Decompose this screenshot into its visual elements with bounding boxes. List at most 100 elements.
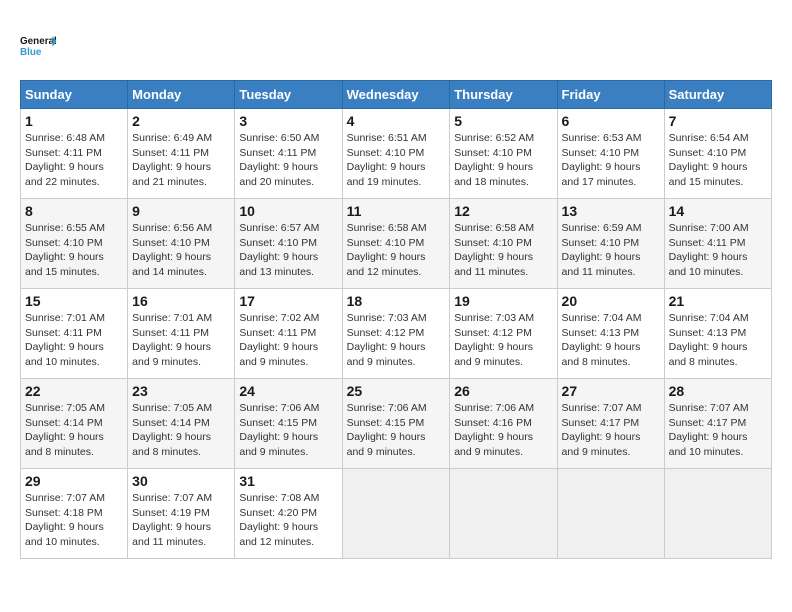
weekday-header-friday: Friday xyxy=(557,81,664,109)
calendar-cell xyxy=(557,469,664,559)
calendar-week-row: 22 Sunrise: 7:05 AMSunset: 4:14 PMDayligh… xyxy=(21,379,772,469)
calendar-cell: 25 Sunrise: 7:06 AMSunset: 4:15 PMDayligh… xyxy=(342,379,450,469)
calendar-cell: 29Sunrise: 7:07 AMSunset: 4:18 PMDayligh… xyxy=(21,469,128,559)
calendar-week-row: 15 Sunrise: 7:01 AMSunset: 4:11 PMDayligh… xyxy=(21,289,772,379)
calendar-header-row: SundayMondayTuesdayWednesdayThursdayFrid… xyxy=(21,81,772,109)
calendar-cell: 5 Sunrise: 6:52 AMSunset: 4:10 PMDaylight… xyxy=(450,109,557,199)
day-info: Sunrise: 7:05 AMSunset: 4:14 PMDaylight:… xyxy=(25,401,123,460)
day-number: 15 xyxy=(25,293,123,309)
calendar-cell: 10Sunrise: 6:57 AMSunset: 4:10 PMDayligh… xyxy=(235,199,342,289)
calendar-cell: 6 Sunrise: 6:53 AMSunset: 4:10 PMDaylight… xyxy=(557,109,664,199)
weekday-header-thursday: Thursday xyxy=(450,81,557,109)
calendar-cell: 18Sunrise: 7:03 AMSunset: 4:12 PMDayligh… xyxy=(342,289,450,379)
day-number: 24 xyxy=(239,383,337,399)
day-number: 4 xyxy=(347,113,446,129)
day-number: 29 xyxy=(25,473,123,489)
calendar-week-row: 8 Sunrise: 6:55 AMSunset: 4:10 PMDaylight… xyxy=(21,199,772,289)
day-info: Sunrise: 7:06 AMSunset: 4:15 PMDaylight:… xyxy=(347,401,446,460)
calendar-cell xyxy=(450,469,557,559)
day-info: Sunrise: 6:49 AMSunset: 4:11 PMDaylight:… xyxy=(132,131,230,190)
calendar-cell: 28Sunrise: 7:07 AMSunset: 4:17 PMDayligh… xyxy=(664,379,771,469)
calendar-cell: 21 Sunrise: 7:04 AMSunset: 4:13 PMDayligh… xyxy=(664,289,771,379)
calendar-table: SundayMondayTuesdayWednesdayThursdayFrid… xyxy=(20,80,772,559)
day-number: 13 xyxy=(562,203,660,219)
logo-svg: General Blue xyxy=(20,27,56,63)
day-info: Sunrise: 6:52 AMSunset: 4:10 PMDaylight:… xyxy=(454,131,552,190)
day-number: 5 xyxy=(454,113,552,129)
weekday-header-monday: Monday xyxy=(128,81,235,109)
calendar-cell: 23 Sunrise: 7:05 AMSunset: 4:14 PMDayligh… xyxy=(128,379,235,469)
day-number: 28 xyxy=(669,383,767,399)
page-header: General Blue xyxy=(20,20,772,70)
calendar-week-row: 1Sunrise: 6:48 AMSunset: 4:11 PMDaylight… xyxy=(21,109,772,199)
day-info: Sunrise: 7:05 AMSunset: 4:14 PMDaylight:… xyxy=(132,401,230,460)
calendar-cell: 31Sunrise: 7:08 AMSunset: 4:20 PMDayligh… xyxy=(235,469,342,559)
day-info: Sunrise: 7:00 AMSunset: 4:11 PMDaylight:… xyxy=(669,221,767,280)
day-number: 20 xyxy=(562,293,660,309)
day-info: Sunrise: 7:03 AMSunset: 4:12 PMDaylight:… xyxy=(347,311,446,370)
calendar-cell: 16Sunrise: 7:01 AMSunset: 4:11 PMDayligh… xyxy=(128,289,235,379)
day-info: Sunrise: 7:01 AMSunset: 4:11 PMDaylight:… xyxy=(132,311,230,370)
weekday-header-saturday: Saturday xyxy=(664,81,771,109)
day-info: Sunrise: 6:50 AMSunset: 4:11 PMDaylight:… xyxy=(239,131,337,190)
calendar-cell: 2Sunrise: 6:49 AMSunset: 4:11 PMDaylight… xyxy=(128,109,235,199)
logo: General Blue xyxy=(20,20,140,70)
day-info: Sunrise: 7:04 AMSunset: 4:13 PMDaylight:… xyxy=(669,311,767,370)
calendar-cell: 22 Sunrise: 7:05 AMSunset: 4:14 PMDayligh… xyxy=(21,379,128,469)
day-number: 17 xyxy=(239,293,337,309)
day-info: Sunrise: 6:53 AMSunset: 4:10 PMDaylight:… xyxy=(562,131,660,190)
day-number: 22 xyxy=(25,383,123,399)
day-number: 19 xyxy=(454,293,552,309)
day-number: 14 xyxy=(669,203,767,219)
day-info: Sunrise: 7:01 AMSunset: 4:11 PMDaylight:… xyxy=(25,311,123,370)
calendar-cell: 8 Sunrise: 6:55 AMSunset: 4:10 PMDaylight… xyxy=(21,199,128,289)
day-number: 25 xyxy=(347,383,446,399)
day-info: Sunrise: 6:57 AMSunset: 4:10 PMDaylight:… xyxy=(239,221,337,280)
weekday-header-wednesday: Wednesday xyxy=(342,81,450,109)
calendar-cell: 27Sunrise: 7:07 AMSunset: 4:17 PMDayligh… xyxy=(557,379,664,469)
day-info: Sunrise: 6:51 AMSunset: 4:10 PMDaylight:… xyxy=(347,131,446,190)
svg-text:General: General xyxy=(20,36,56,47)
calendar-cell: 9 Sunrise: 6:56 AMSunset: 4:10 PMDaylight… xyxy=(128,199,235,289)
day-number: 21 xyxy=(669,293,767,309)
day-number: 3 xyxy=(239,113,337,129)
day-info: Sunrise: 7:07 AMSunset: 4:17 PMDaylight:… xyxy=(562,401,660,460)
calendar-cell: 11Sunrise: 6:58 AMSunset: 4:10 PMDayligh… xyxy=(342,199,450,289)
day-number: 6 xyxy=(562,113,660,129)
calendar-week-row: 29Sunrise: 7:07 AMSunset: 4:18 PMDayligh… xyxy=(21,469,772,559)
day-number: 12 xyxy=(454,203,552,219)
calendar-cell: 17 Sunrise: 7:02 AMSunset: 4:11 PMDayligh… xyxy=(235,289,342,379)
calendar-cell: 13 Sunrise: 6:59 AMSunset: 4:10 PMDayligh… xyxy=(557,199,664,289)
calendar-cell: 14 Sunrise: 7:00 AMSunset: 4:11 PMDayligh… xyxy=(664,199,771,289)
day-number: 8 xyxy=(25,203,123,219)
day-number: 11 xyxy=(347,203,446,219)
day-number: 23 xyxy=(132,383,230,399)
calendar-cell: 20 Sunrise: 7:04 AMSunset: 4:13 PMDayligh… xyxy=(557,289,664,379)
day-number: 26 xyxy=(454,383,552,399)
svg-text:Blue: Blue xyxy=(20,47,42,58)
calendar-cell: 15 Sunrise: 7:01 AMSunset: 4:11 PMDayligh… xyxy=(21,289,128,379)
day-info: Sunrise: 6:54 AMSunset: 4:10 PMDaylight:… xyxy=(669,131,767,190)
day-info: Sunrise: 7:02 AMSunset: 4:11 PMDaylight:… xyxy=(239,311,337,370)
calendar-cell: 19 Sunrise: 7:03 AMSunset: 4:12 PMDayligh… xyxy=(450,289,557,379)
calendar-cell xyxy=(342,469,450,559)
calendar-cell: 3 Sunrise: 6:50 AMSunset: 4:11 PMDaylight… xyxy=(235,109,342,199)
day-number: 9 xyxy=(132,203,230,219)
day-number: 7 xyxy=(669,113,767,129)
calendar-cell: 24 Sunrise: 7:06 AMSunset: 4:15 PMDayligh… xyxy=(235,379,342,469)
day-info: Sunrise: 7:06 AMSunset: 4:15 PMDaylight:… xyxy=(239,401,337,460)
day-info: Sunrise: 7:08 AMSunset: 4:20 PMDaylight:… xyxy=(239,491,337,550)
day-info: Sunrise: 6:58 AMSunset: 4:10 PMDaylight:… xyxy=(454,221,552,280)
day-info: Sunrise: 7:06 AMSunset: 4:16 PMDaylight:… xyxy=(454,401,552,460)
day-info: Sunrise: 6:55 AMSunset: 4:10 PMDaylight:… xyxy=(25,221,123,280)
day-info: Sunrise: 7:03 AMSunset: 4:12 PMDaylight:… xyxy=(454,311,552,370)
day-info: Sunrise: 7:04 AMSunset: 4:13 PMDaylight:… xyxy=(562,311,660,370)
weekday-header-sunday: Sunday xyxy=(21,81,128,109)
calendar-cell: 30Sunrise: 7:07 AMSunset: 4:19 PMDayligh… xyxy=(128,469,235,559)
day-info: Sunrise: 6:59 AMSunset: 4:10 PMDaylight:… xyxy=(562,221,660,280)
day-info: Sunrise: 7:07 AMSunset: 4:19 PMDaylight:… xyxy=(132,491,230,550)
calendar-cell: 4 Sunrise: 6:51 AMSunset: 4:10 PMDaylight… xyxy=(342,109,450,199)
calendar-cell xyxy=(664,469,771,559)
day-info: Sunrise: 6:56 AMSunset: 4:10 PMDaylight:… xyxy=(132,221,230,280)
day-info: Sunrise: 6:48 AMSunset: 4:11 PMDaylight:… xyxy=(25,131,123,190)
